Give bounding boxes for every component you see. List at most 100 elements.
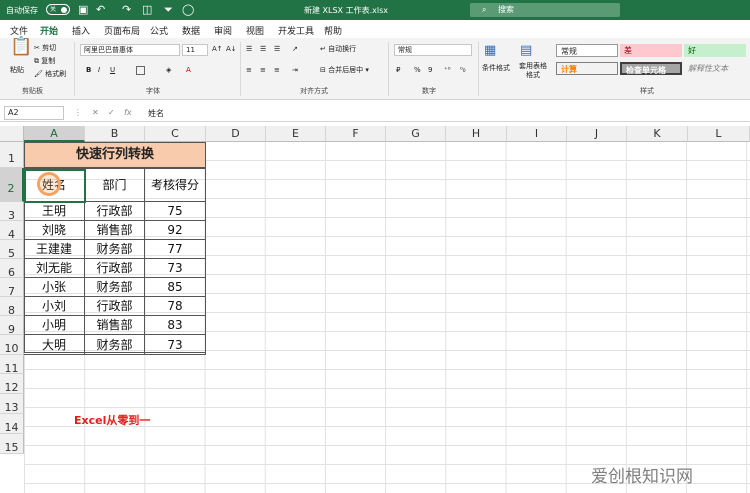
style-good[interactable]: 好 xyxy=(684,44,746,57)
tab-formulas[interactable]: 公式 xyxy=(150,24,168,37)
tab-developer[interactable]: 开发工具 xyxy=(278,24,314,37)
align-right-icon[interactable]: ≡ xyxy=(274,66,280,75)
column-header-H[interactable]: H xyxy=(446,126,507,142)
column-header-C[interactable]: C xyxy=(145,126,206,142)
table-cell[interactable]: 财务部 xyxy=(85,278,145,297)
table-format-button[interactable]: 套用表格格式 xyxy=(516,62,550,80)
header-cell[interactable]: 部门 xyxy=(85,168,145,202)
enter-icon[interactable]: ✓ xyxy=(108,108,115,117)
orientation-icon[interactable]: ↗ xyxy=(292,45,298,54)
style-normal[interactable]: 常规 xyxy=(556,44,618,57)
underline-button[interactable]: U xyxy=(110,66,115,75)
decrease-decimal-icon[interactable]: ⁰₀ xyxy=(460,66,466,75)
column-header-B[interactable]: B xyxy=(85,126,145,142)
undo-icon[interactable]: ↶ xyxy=(96,4,105,15)
column-header-F[interactable]: F xyxy=(326,126,386,142)
font-size-select[interactable]: 11 xyxy=(182,44,208,56)
table-cell[interactable]: 销售部 xyxy=(85,221,145,240)
table-cell[interactable]: 财务部 xyxy=(85,335,145,355)
redo-icon[interactable]: ↷ xyxy=(122,4,131,15)
row-header-1[interactable]: 1 xyxy=(0,142,24,168)
number-format-select[interactable]: 常规 xyxy=(394,44,472,56)
column-header-E[interactable]: E xyxy=(266,126,326,142)
wrap-text-button[interactable]: ↵ 自动换行 xyxy=(320,45,356,54)
style-check-cell[interactable]: 检查单元格 xyxy=(620,62,682,75)
tab-review[interactable]: 审阅 xyxy=(214,24,232,37)
row-header-5[interactable]: 5 xyxy=(0,240,24,260)
row-header-3[interactable]: 3 xyxy=(0,202,24,222)
comma-button[interactable]: 9 xyxy=(428,66,432,75)
table-cell[interactable]: 行政部 xyxy=(85,259,145,278)
column-header-J[interactable]: J xyxy=(567,126,627,142)
border-icon[interactable] xyxy=(136,66,145,76)
row-header-13[interactable]: 13 xyxy=(0,394,24,414)
merged-title-cell[interactable]: 快速行列转换 xyxy=(24,142,206,168)
search-box[interactable]: ⌕ 搜索 xyxy=(470,3,620,17)
font-name-select[interactable]: 阿里巴巴普惠体 xyxy=(80,44,180,56)
paste-button[interactable]: 粘贴 xyxy=(10,66,24,75)
row-header-7[interactable]: 7 xyxy=(0,278,24,298)
formula-input[interactable]: 姓名 xyxy=(148,108,164,119)
table-cell[interactable]: 财务部 xyxy=(85,240,145,259)
table-cell[interactable]: 王建建 xyxy=(24,240,85,259)
autosave-toggle[interactable]: 关 xyxy=(46,4,70,15)
cancel-icon[interactable]: ✕ xyxy=(92,108,99,117)
table-cell[interactable]: 大明 xyxy=(24,335,85,355)
table-cell[interactable]: 73 xyxy=(145,259,206,278)
table-cell[interactable]: 王明 xyxy=(24,202,85,221)
header-cell[interactable]: 考核得分 xyxy=(145,168,206,202)
increase-decimal-icon[interactable]: ⁺⁰ xyxy=(444,66,451,75)
font-color-icon[interactable]: A xyxy=(186,66,191,75)
row-header-12[interactable]: 12 xyxy=(0,374,24,394)
align-top-icon[interactable]: ☰ xyxy=(246,45,252,54)
table-cell[interactable]: 77 xyxy=(145,240,206,259)
cut-button[interactable]: ✂ 剪切 xyxy=(34,44,56,53)
align-middle-icon[interactable]: ☰ xyxy=(260,45,266,54)
table-cell[interactable]: 83 xyxy=(145,316,206,335)
function-icon[interactable]: fx xyxy=(124,108,132,117)
table-cell[interactable]: 75 xyxy=(145,202,206,221)
row-header-11[interactable]: 11 xyxy=(0,355,24,375)
table-cell[interactable]: 小张 xyxy=(24,278,85,297)
row-header-14[interactable]: 14 xyxy=(0,414,24,434)
tab-page-layout[interactable]: 页面布局 xyxy=(104,24,140,37)
bold-button[interactable]: B xyxy=(86,66,91,75)
font-shrink-icon[interactable]: A↓ xyxy=(226,45,237,54)
currency-icon[interactable]: ₽ xyxy=(396,66,400,75)
print-preview-icon[interactable]: ◫ xyxy=(142,4,152,15)
format-painter-button[interactable]: 🖌 格式刷 xyxy=(34,70,66,79)
table-cell[interactable]: 行政部 xyxy=(85,297,145,316)
column-header-D[interactable]: D xyxy=(206,126,266,142)
conditional-format-button[interactable]: 条件格式 xyxy=(482,64,510,73)
shape-icon[interactable]: ◯ xyxy=(182,4,194,15)
row-header-9[interactable]: 9 xyxy=(0,316,24,336)
align-center-icon[interactable]: ≡ xyxy=(260,66,266,75)
select-all-corner[interactable] xyxy=(0,126,24,142)
tab-insert[interactable]: 插入 xyxy=(72,24,90,37)
name-box[interactable]: A2 xyxy=(4,106,64,120)
table-cell[interactable]: 小明 xyxy=(24,316,85,335)
row-header-6[interactable]: 6 xyxy=(0,259,24,279)
column-header-I[interactable]: I xyxy=(507,126,567,142)
style-calculation[interactable]: 计算 xyxy=(556,62,618,75)
row-header-15[interactable]: 15 xyxy=(0,434,24,454)
table-cell[interactable]: 销售部 xyxy=(85,316,145,335)
table-cell[interactable]: 行政部 xyxy=(85,202,145,221)
column-header-L[interactable]: L xyxy=(688,126,750,142)
style-bad[interactable]: 差 xyxy=(620,44,682,57)
style-explanatory[interactable]: 解释性文本 xyxy=(684,62,746,75)
table-cell[interactable]: 小刘 xyxy=(24,297,85,316)
row-header-10[interactable]: 10 xyxy=(0,335,24,355)
column-header-A[interactable]: A xyxy=(24,126,85,142)
table-cell[interactable]: 78 xyxy=(145,297,206,316)
row-header-8[interactable]: 8 xyxy=(0,297,24,317)
copy-button[interactable]: ⧉ 复制 xyxy=(34,57,55,66)
table-cell[interactable]: 刘晓 xyxy=(24,221,85,240)
table-cell[interactable]: 刘无能 xyxy=(24,259,85,278)
column-header-K[interactable]: K xyxy=(627,126,688,142)
merge-center-button[interactable]: ⊟ 合并后居中 ▾ xyxy=(320,66,369,75)
tab-view[interactable]: 视图 xyxy=(246,24,264,37)
tab-data[interactable]: 数据 xyxy=(182,24,200,37)
row-header-4[interactable]: 4 xyxy=(0,221,24,241)
font-grow-icon[interactable]: A↑ xyxy=(212,45,223,54)
